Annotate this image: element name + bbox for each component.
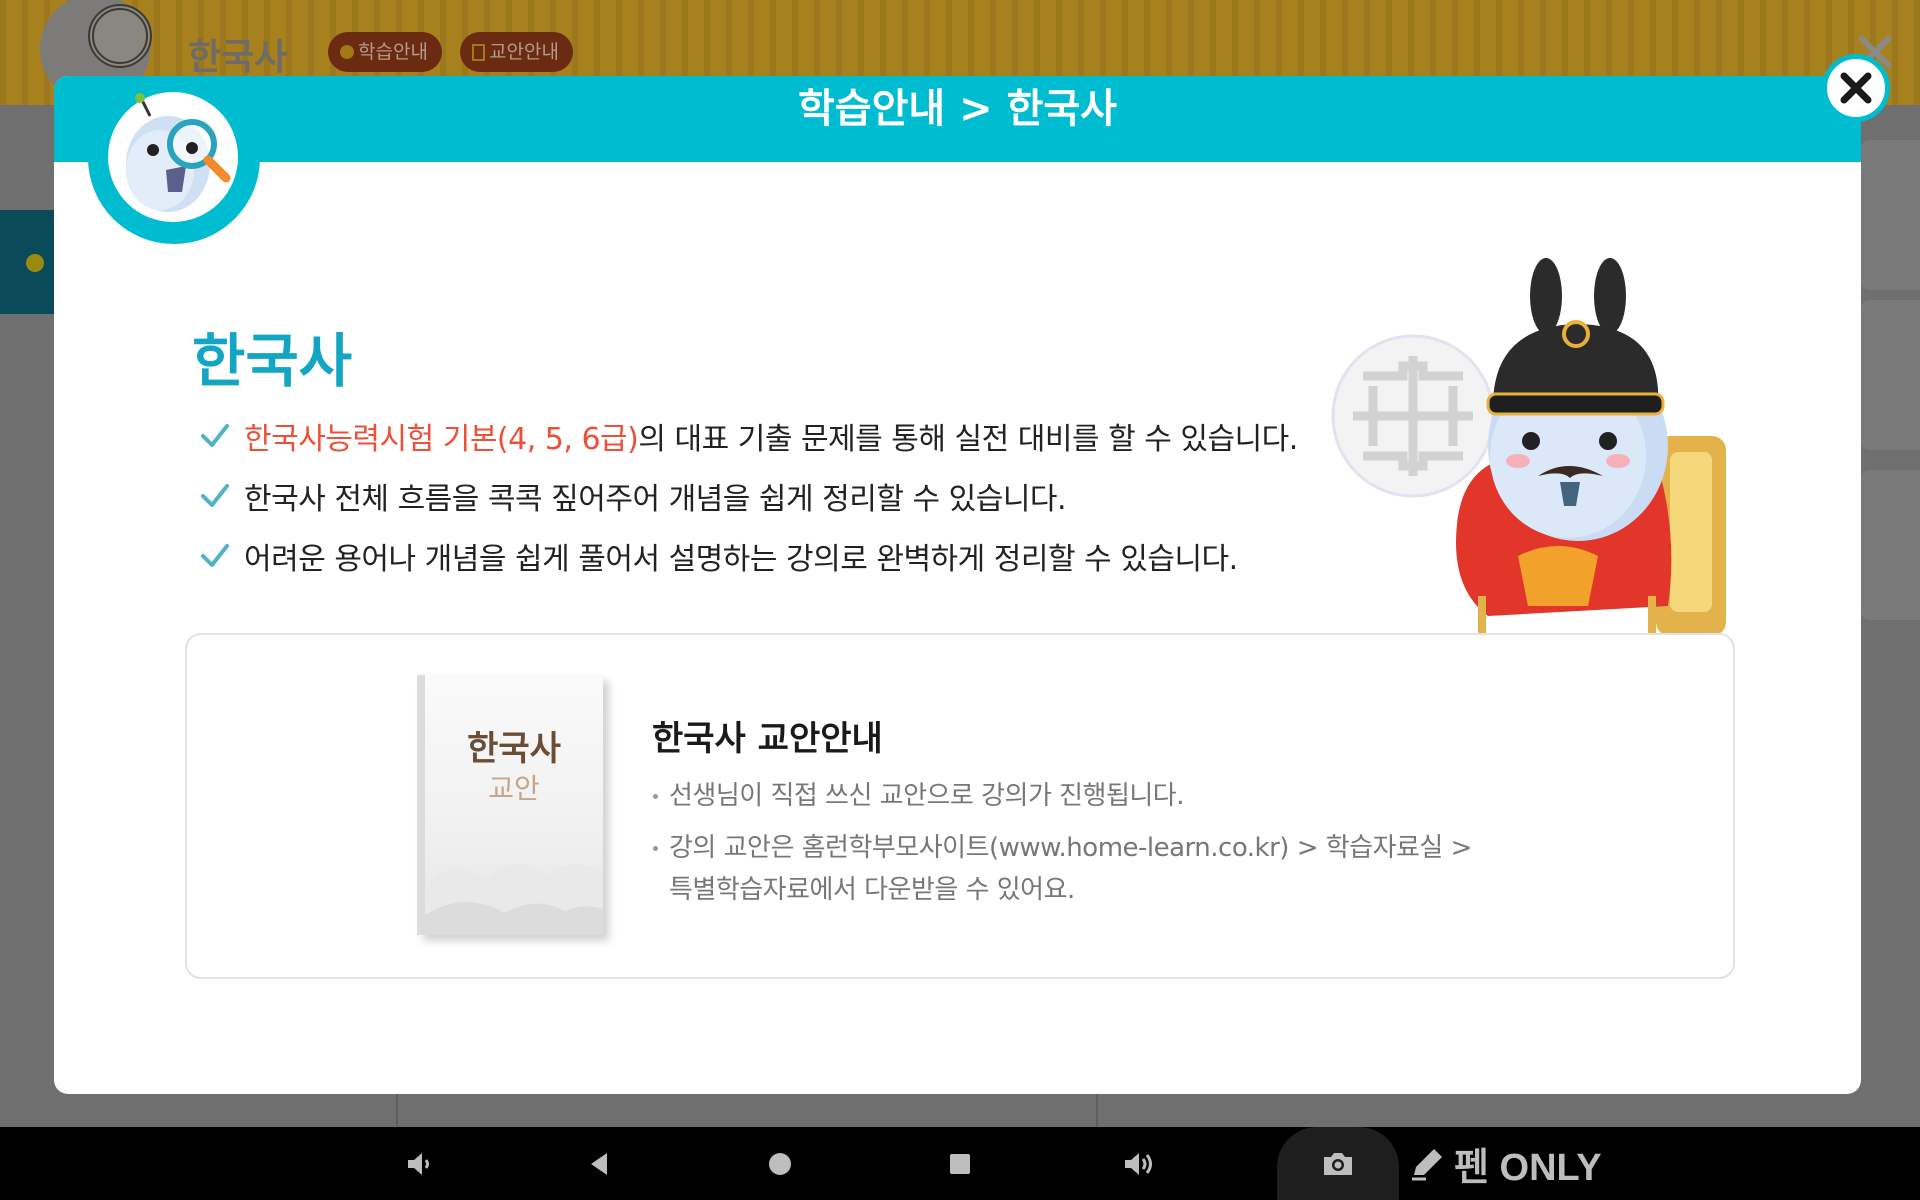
feature-text: 한국사 전체 흐름을 콕콕 짚어주어 개념을 쉽게 정리할 수 있습니다. bbox=[244, 482, 1067, 517]
background-title: 한국사 bbox=[188, 37, 288, 78]
home-icon bbox=[769, 1152, 791, 1175]
feature-list: 한국사능력시험 기본(4, 5, 6급) 의 대표 기출 문제를 통해 실전 대비… bbox=[200, 406, 1298, 586]
check-icon bbox=[201, 424, 229, 447]
guide-bullet-text: 선생님이 직접 쓰신 교안으로 강의가 진행됩니다. bbox=[669, 781, 1185, 811]
feature-text: 어려운 용어나 개념을 쉽게 풀어서 설명하는 강의로 완벽하게 정리할 수 있… bbox=[244, 542, 1238, 577]
pencil-icon bbox=[1412, 1148, 1442, 1180]
book-title: 한국사 bbox=[467, 729, 561, 769]
lesson-plan-guide-box: 한국사 교안 한국사 교안안내 선생님이 직접 쓰신 교안으로 강의가 진행됩니… bbox=[185, 633, 1735, 979]
learning-guide-modal: 학습안내 > 한국사 한국사 한국사능력시험 기본(4, 5, 6급) 의 대표 … bbox=[54, 54, 1890, 1094]
recents-icon bbox=[950, 1153, 970, 1174]
screenshot-button[interactable] bbox=[1277, 1127, 1399, 1200]
home-button[interactable] bbox=[745, 1127, 815, 1200]
chip-learning-guide[interactable]: 학습안내 bbox=[328, 32, 442, 72]
guide-bullet-text-continued: 특별학습자료에서 다운받을 수 있어요. bbox=[669, 875, 1075, 905]
recents-button[interactable] bbox=[925, 1127, 995, 1200]
feature-item: 한국사 전체 흐름을 콕콕 짚어주어 개념을 쉽게 정리할 수 있습니다. bbox=[200, 466, 1298, 526]
back-button[interactable] bbox=[564, 1127, 634, 1200]
dot-icon bbox=[340, 45, 354, 59]
check-icon bbox=[201, 544, 229, 567]
camera-icon bbox=[1324, 1152, 1352, 1175]
chip-label: 학습안내 bbox=[358, 41, 428, 63]
lesson-plan-book-cover: 한국사 교안 bbox=[417, 675, 603, 935]
feature-item: 어려운 용어나 개념을 쉽게 풀어서 설명하는 강의로 완벽하게 정리할 수 있… bbox=[200, 526, 1298, 586]
system-navigation-bar: 펜 ONLY bbox=[0, 1127, 1920, 1200]
chip-lesson-plan-guide[interactable]: 교안안내 bbox=[460, 32, 573, 72]
check-icon bbox=[201, 484, 229, 507]
feature-item: 한국사능력시험 기본(4, 5, 6급) 의 대표 기출 문제를 통해 실전 대비… bbox=[200, 406, 1298, 466]
back-icon bbox=[591, 1152, 607, 1175]
feature-text: 의 대표 기출 문제를 통해 실전 대비를 할 수 있습니다. bbox=[638, 422, 1298, 457]
chip-label: 교안안내 bbox=[489, 41, 559, 63]
guide-bullets: 선생님이 직접 쓰신 교안으로 강의가 진행됩니다. 강의 교안은 홈런학부모사… bbox=[653, 775, 1472, 911]
background-card bbox=[1860, 140, 1920, 290]
document-icon bbox=[472, 43, 485, 61]
volume-down-button[interactable] bbox=[384, 1127, 454, 1200]
close-icon bbox=[1840, 72, 1872, 104]
modal-title: 학습안내 > 한국사 bbox=[798, 86, 1117, 132]
feature-highlight: 한국사능력시험 기본(4, 5, 6급) bbox=[244, 422, 639, 457]
subject-title: 한국사 bbox=[192, 327, 353, 395]
background-side-tab bbox=[0, 210, 56, 314]
volume-up-button[interactable] bbox=[1104, 1127, 1174, 1200]
mountain-illustration-icon bbox=[425, 863, 603, 935]
guide-bullet: 강의 교안은 홈런학부모사이트(www.home-learn.co.kr) > … bbox=[653, 827, 1472, 911]
pen-only-label: 펜 ONLY bbox=[1454, 1147, 1602, 1189]
guide-bullet-text: 강의 교안은 홈런학부모사이트(www.home-learn.co.kr) > … bbox=[669, 833, 1472, 863]
background-card bbox=[1860, 470, 1920, 620]
guide-title: 한국사 교안안내 bbox=[652, 719, 883, 759]
volume-up-icon bbox=[1125, 1152, 1152, 1175]
guide-bullet: 선생님이 직접 쓰신 교안으로 강의가 진행됩니다. bbox=[653, 775, 1472, 817]
background-card bbox=[1860, 300, 1920, 450]
king-mascot-illustration bbox=[1331, 258, 1726, 670]
close-button[interactable] bbox=[1822, 54, 1890, 122]
volume-down-icon bbox=[408, 1152, 429, 1175]
pen-only-toggle[interactable]: 펜 ONLY bbox=[1408, 1127, 1602, 1200]
